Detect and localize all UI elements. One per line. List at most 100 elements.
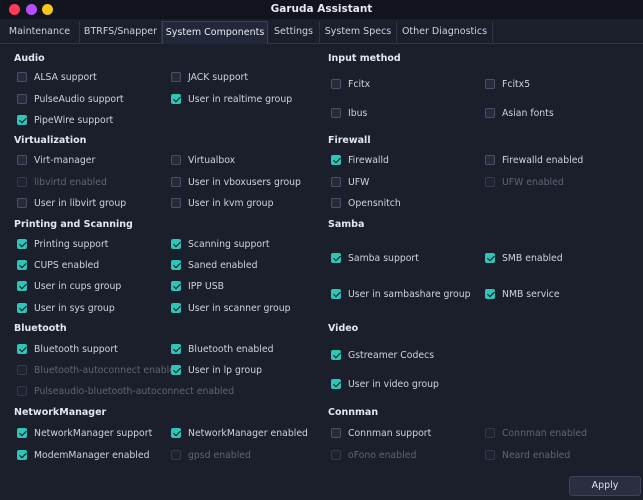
system-components-panel: Audio ALSA support JACK support PulseAud… bbox=[0, 45, 643, 472]
checkbox-virtualbox[interactable]: Virtualbox bbox=[171, 153, 235, 167]
checkbox-box bbox=[171, 450, 181, 460]
checkbox-networkmanager-support[interactable]: NetworkManager support bbox=[17, 426, 152, 440]
checkbox-box bbox=[171, 198, 181, 208]
checkbox-printing-support[interactable]: Printing support bbox=[17, 237, 108, 251]
checkbox-ufw-enabled[interactable]: UFW enabled bbox=[485, 175, 564, 189]
checkbox-box bbox=[171, 260, 181, 270]
checkbox-box bbox=[17, 177, 27, 187]
checkbox-box bbox=[17, 281, 27, 291]
checkbox-saned-enabled[interactable]: Saned enabled bbox=[171, 258, 257, 272]
title-bar: Garuda Assistant bbox=[0, 0, 643, 19]
section-connman: Connman bbox=[328, 407, 379, 418]
checkbox-fcitx5[interactable]: Fcitx5 bbox=[485, 77, 530, 91]
checkbox-box bbox=[485, 253, 495, 263]
checkbox-nmb-service[interactable]: NMB service bbox=[485, 287, 560, 301]
checkbox-box bbox=[485, 450, 495, 460]
checkbox-connman-support[interactable]: Connman support bbox=[331, 426, 431, 440]
checkbox-user-in-sys-group[interactable]: User in sys group bbox=[17, 301, 115, 315]
section-input-method: Input method bbox=[328, 53, 401, 64]
checkbox-user-in-sambashare-group[interactable]: User in sambashare group bbox=[331, 287, 471, 301]
checkbox-opensnitch[interactable]: Opensnitch bbox=[331, 196, 401, 210]
checkbox-box bbox=[17, 450, 27, 460]
tab-btrfs-snapper[interactable]: BTRFS/Snapper bbox=[80, 21, 162, 44]
checkbox-box bbox=[17, 303, 27, 313]
checkbox-box bbox=[331, 198, 341, 208]
checkbox-box bbox=[331, 450, 341, 460]
tab-settings[interactable]: Settings bbox=[268, 21, 320, 44]
checkbox-user-in-cups-group[interactable]: User in cups group bbox=[17, 279, 121, 293]
checkbox-user-in-kvm-group[interactable]: User in kvm group bbox=[171, 196, 273, 210]
checkbox-box bbox=[485, 177, 495, 187]
section-video: Video bbox=[328, 323, 359, 334]
checkbox-user-in-scanner-group[interactable]: User in scanner group bbox=[171, 301, 291, 315]
checkbox-gstreamer-codecs[interactable]: Gstreamer Codecs bbox=[331, 348, 434, 362]
section-samba: Samba bbox=[328, 219, 365, 230]
checkbox-ufw[interactable]: UFW bbox=[331, 175, 369, 189]
checkbox-alsa-support[interactable]: ALSA support bbox=[17, 70, 97, 84]
section-bluetooth: Bluetooth bbox=[14, 323, 67, 334]
checkbox-box bbox=[171, 94, 181, 104]
checkbox-firewalld-enabled[interactable]: Firewalld enabled bbox=[485, 153, 583, 167]
checkbox-box bbox=[17, 94, 27, 104]
checkbox-box bbox=[17, 239, 27, 249]
checkbox-box bbox=[17, 198, 27, 208]
checkbox-box bbox=[171, 155, 181, 165]
checkbox-box bbox=[171, 303, 181, 313]
section-audio: Audio bbox=[14, 53, 45, 64]
checkbox-box bbox=[331, 177, 341, 187]
checkbox-samba-support[interactable]: Samba support bbox=[331, 251, 419, 265]
tab-system-components[interactable]: System Components bbox=[162, 21, 268, 44]
checkbox-connman-enabled[interactable]: Connman enabled bbox=[485, 426, 587, 440]
tab-system-specs[interactable]: System Specs bbox=[320, 21, 397, 44]
checkbox-pulseaudio-bluetooth-autoconnect[interactable]: Pulseaudio-bluetooth-autoconnect enabled bbox=[17, 384, 234, 398]
apply-button[interactable]: Apply bbox=[569, 476, 641, 496]
checkbox-box bbox=[171, 177, 181, 187]
checkbox-box bbox=[17, 72, 27, 82]
checkbox-jack-support[interactable]: JACK support bbox=[171, 70, 248, 84]
checkbox-box bbox=[171, 428, 181, 438]
checkbox-pipewire-support[interactable]: PipeWire support bbox=[17, 113, 113, 127]
checkbox-scanning-support[interactable]: Scanning support bbox=[171, 237, 270, 251]
checkbox-box bbox=[331, 79, 341, 89]
checkbox-box bbox=[331, 155, 341, 165]
checkbox-ipp-usb[interactable]: IPP USB bbox=[171, 279, 224, 293]
tab-other-diagnostics[interactable]: Other Diagnostics bbox=[397, 21, 493, 44]
checkbox-bluetooth-autoconnect-enabled[interactable]: Bluetooth-autoconnect enabled bbox=[17, 363, 181, 377]
checkbox-gpsd-enabled[interactable]: gpsd enabled bbox=[171, 448, 251, 462]
checkbox-box bbox=[17, 260, 27, 270]
checkbox-bluetooth-support[interactable]: Bluetooth support bbox=[17, 342, 118, 356]
checkbox-user-in-vboxusers-group[interactable]: User in vboxusers group bbox=[171, 175, 301, 189]
checkbox-modemmanager-enabled[interactable]: ModemManager enabled bbox=[17, 448, 150, 462]
checkbox-box bbox=[17, 344, 27, 354]
checkbox-box bbox=[171, 344, 181, 354]
section-networkmanager: NetworkManager bbox=[14, 407, 107, 418]
checkbox-libvirtd-enabled[interactable]: libvirtd enabled bbox=[17, 175, 107, 189]
checkbox-box bbox=[17, 155, 27, 165]
checkbox-user-in-video-group[interactable]: User in video group bbox=[331, 377, 439, 391]
checkbox-asian-fonts[interactable]: Asian fonts bbox=[485, 106, 554, 120]
checkbox-fcitx[interactable]: Fcitx bbox=[331, 77, 370, 91]
checkbox-pulseaudio-support[interactable]: PulseAudio support bbox=[17, 92, 124, 106]
tab-bar: Maintenance BTRFS/Snapper System Compone… bbox=[0, 19, 643, 44]
section-virtualization: Virtualization bbox=[14, 135, 87, 146]
checkbox-box bbox=[171, 281, 181, 291]
tab-maintenance[interactable]: Maintenance bbox=[0, 21, 80, 44]
section-firewall: Firewall bbox=[328, 135, 371, 146]
checkbox-ofono-enabled[interactable]: oFono enabled bbox=[331, 448, 416, 462]
checkbox-user-in-lp-group[interactable]: User in lp group bbox=[171, 363, 262, 377]
checkbox-networkmanager-enabled[interactable]: NetworkManager enabled bbox=[171, 426, 308, 440]
checkbox-virt-manager[interactable]: Virt-manager bbox=[17, 153, 95, 167]
checkbox-smb-enabled[interactable]: SMB enabled bbox=[485, 251, 563, 265]
checkbox-bluetooth-enabled[interactable]: Bluetooth enabled bbox=[171, 342, 274, 356]
checkbox-ibus[interactable]: Ibus bbox=[331, 106, 367, 120]
window-title: Garuda Assistant bbox=[270, 3, 373, 15]
checkbox-cups-enabled[interactable]: CUPS enabled bbox=[17, 258, 99, 272]
checkbox-box bbox=[485, 289, 495, 299]
checkbox-box bbox=[17, 386, 27, 396]
checkbox-neard-enabled[interactable]: Neard enabled bbox=[485, 448, 570, 462]
checkbox-user-in-libvirt-group[interactable]: User in libvirt group bbox=[17, 196, 126, 210]
checkbox-firewalld[interactable]: Firewalld bbox=[331, 153, 389, 167]
checkbox-box bbox=[485, 108, 495, 118]
checkbox-box bbox=[331, 379, 341, 389]
checkbox-user-in-realtime-group[interactable]: User in realtime group bbox=[171, 92, 292, 106]
